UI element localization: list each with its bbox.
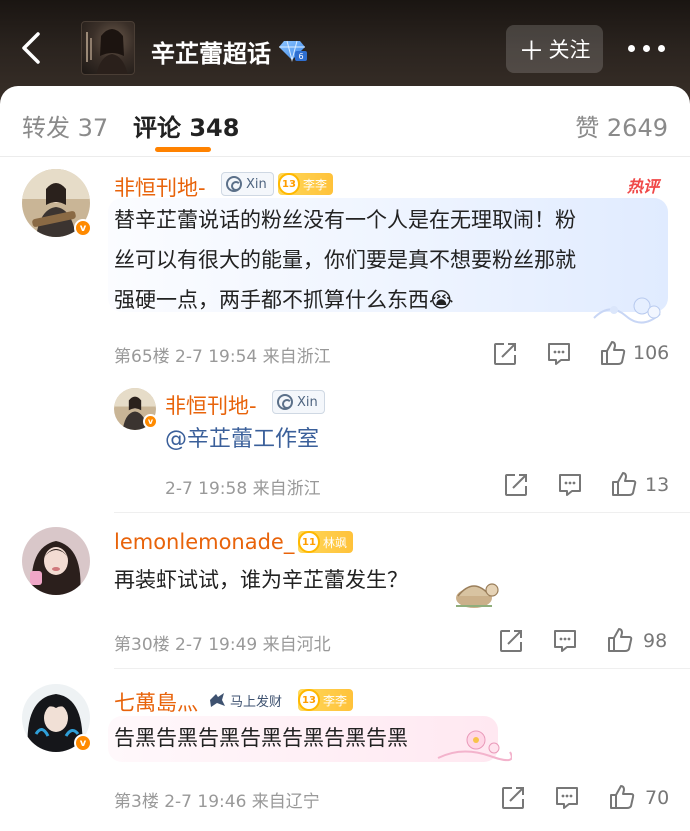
tab-comment[interactable]: 评论 348 xyxy=(133,108,239,143)
mahjong-tile-icon xyxy=(210,693,225,707)
like-thumb-icon[interactable] xyxy=(610,470,638,498)
diamond-badge-icon: 6 xyxy=(279,38,307,62)
active-tab-indicator xyxy=(155,147,211,152)
like-count: 98 xyxy=(643,630,668,652)
title-badge-label: 马上发财 xyxy=(230,694,283,710)
comment-icon[interactable] xyxy=(554,785,580,811)
like-count: 13 xyxy=(645,474,670,496)
tab-divider xyxy=(0,156,690,157)
like-thumb-icon[interactable] xyxy=(608,783,636,811)
chevron-left-icon xyxy=(22,32,40,64)
turtle-sticker-icon xyxy=(456,583,499,608)
comment-username[interactable]: lemonlemonade_ xyxy=(114,530,294,554)
like-count: 106 xyxy=(633,342,670,364)
hot-comment-label: 热评 xyxy=(627,177,660,196)
reply-username[interactable]: 非恒刊地- xyxy=(165,390,257,420)
fan-badge-name: 李李 xyxy=(303,177,328,192)
back-button[interactable] xyxy=(14,28,50,68)
comment-divider xyxy=(114,512,690,513)
comment-text-line: 强硬一点，两手都不抓算什么东西😭 xyxy=(114,288,454,312)
verified-v-icon: v xyxy=(74,219,92,237)
xin-badge-label: Xin xyxy=(297,394,318,410)
plus-icon: ＋ xyxy=(518,36,545,67)
follow-label: 关注 xyxy=(548,38,591,62)
svg-text:6: 6 xyxy=(298,52,303,61)
comment-divider xyxy=(114,668,690,669)
comment-icon[interactable] xyxy=(552,628,578,654)
verified-v-icon: v xyxy=(143,414,158,429)
comment-meta: 第3楼 2-7 19:46 来自辽宁 xyxy=(114,792,320,812)
topic-cover-image[interactable] xyxy=(81,21,135,75)
fan-badge-name: 李李 xyxy=(323,693,348,708)
like-thumb-icon[interactable] xyxy=(606,626,634,654)
comment-text: 再装虾试试，谁为辛芷蕾发生？ xyxy=(114,568,408,592)
fan-level-number: 13 xyxy=(278,173,300,195)
dot-icon xyxy=(658,44,665,52)
title-badge[interactable]: 马上发财 xyxy=(207,689,282,711)
spiral-icon xyxy=(226,176,242,192)
spiral-icon xyxy=(277,394,293,410)
dot-icon xyxy=(643,44,650,52)
xin-badge[interactable]: Xin xyxy=(221,172,274,196)
fan-badge-name: 林飒 xyxy=(323,535,348,550)
repost-icon[interactable] xyxy=(503,472,529,498)
comment-icon[interactable] xyxy=(546,341,572,367)
reply-mention-link[interactable]: @辛芷蕾工作室 xyxy=(165,420,319,460)
fan-level-number: 11 xyxy=(298,531,320,553)
comment-text-line: 丝可以有很大的能量，你们要是真不想要粉丝那就 xyxy=(114,248,576,272)
comment-text: 替辛芷蕾说话的粉丝没有一个人是在无理取闹！粉 丝可以有很大的能量，你们要是真不想… xyxy=(114,200,660,320)
comment-text: 告黑告黑告黑告黑告黑告黑告黑 xyxy=(114,726,408,750)
flower-decoration-icon xyxy=(437,730,512,762)
avatar[interactable] xyxy=(22,527,90,595)
fan-level-badge[interactable]: 13 李李 xyxy=(298,689,354,711)
comment-meta: 第30楼 2-7 19:49 来自河北 xyxy=(114,635,331,655)
fan-level-badge[interactable]: 11 林飒 xyxy=(298,531,354,553)
like-count: 70 xyxy=(645,787,670,809)
reply-meta: 2-7 19:58 来自浙江 xyxy=(165,479,321,499)
comment-username[interactable]: 七萬島灬 xyxy=(114,687,198,717)
repost-icon[interactable] xyxy=(498,628,524,654)
tab-repost[interactable]: 转发 37 xyxy=(22,108,108,143)
topic-title: 辛芷蕾超话 xyxy=(151,40,271,68)
verified-v-icon: v xyxy=(74,734,92,752)
fan-level-number: 13 xyxy=(298,689,320,711)
fan-level-badge[interactable]: 13 李李 xyxy=(278,173,334,195)
like-thumb-icon[interactable] xyxy=(599,339,627,367)
dot-icon xyxy=(628,44,635,52)
follow-button[interactable]: ＋ 关注 xyxy=(506,25,603,73)
comment-meta: 第65楼 2-7 19:54 来自浙江 xyxy=(114,347,331,367)
xin-badge-label: Xin xyxy=(246,176,267,192)
more-menu-button[interactable] xyxy=(628,40,670,56)
comment-text-line: 替辛芷蕾说话的粉丝没有一个人是在无理取闹！粉 xyxy=(114,208,576,232)
repost-icon[interactable] xyxy=(492,341,518,367)
repost-icon[interactable] xyxy=(500,785,526,811)
comment-icon[interactable] xyxy=(557,472,583,498)
tab-like[interactable]: 赞 2649 xyxy=(575,108,668,143)
xin-badge[interactable]: Xin xyxy=(272,390,325,414)
